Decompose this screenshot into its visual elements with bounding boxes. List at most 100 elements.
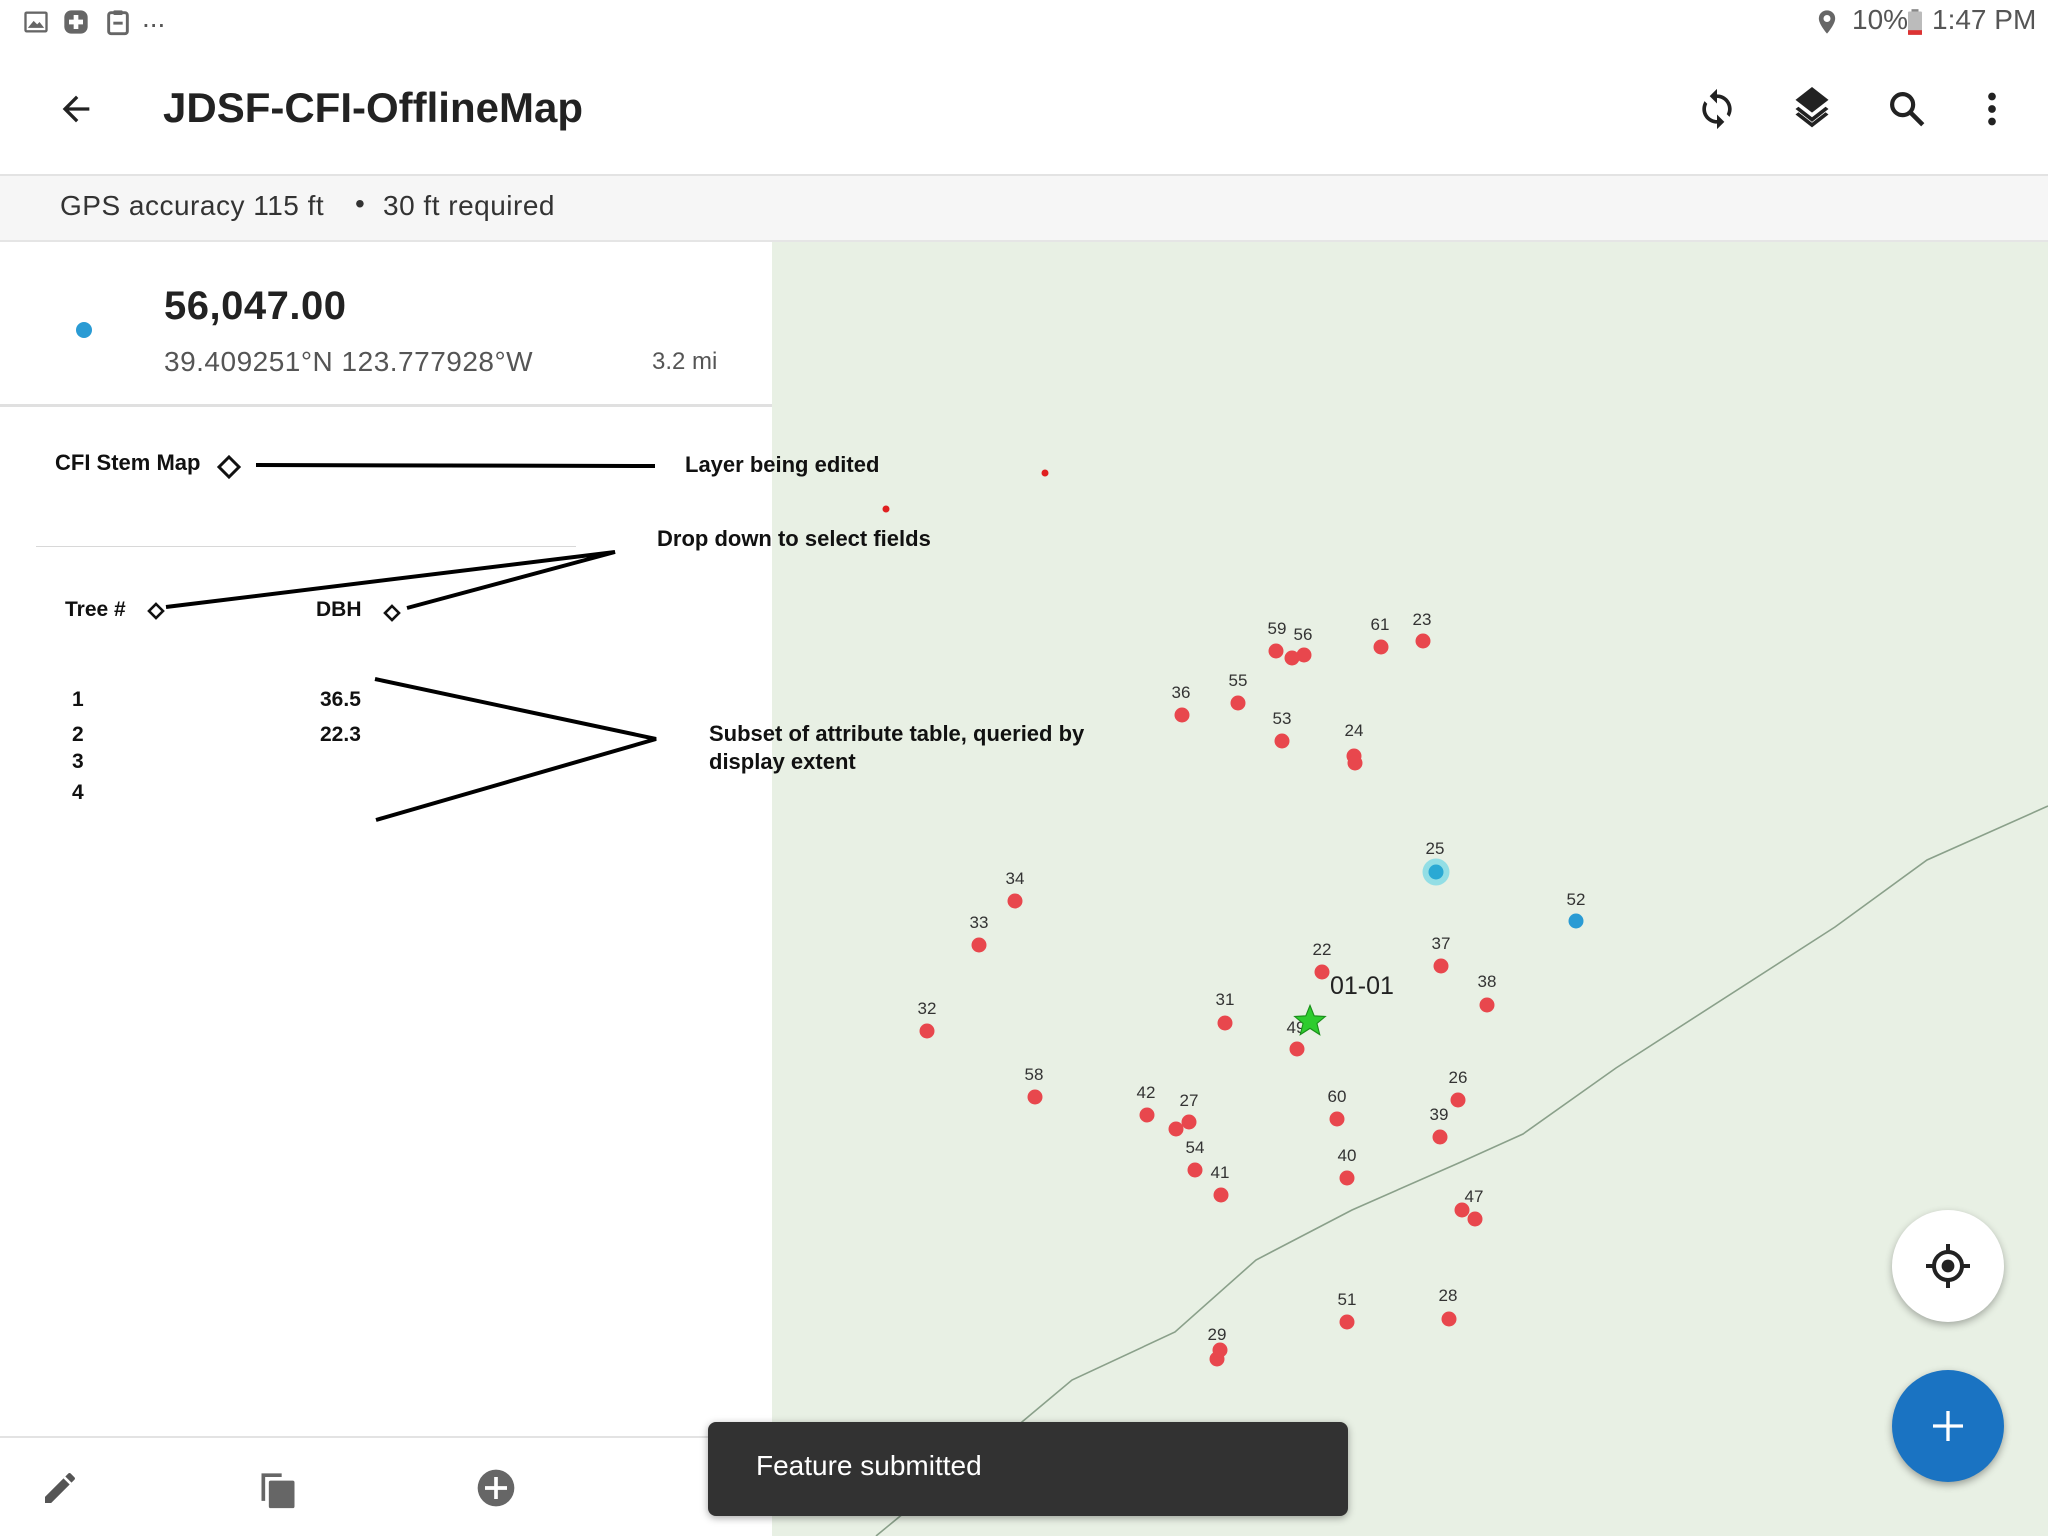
map-point-label: 53 bbox=[1272, 709, 1292, 728]
map-point-label: 56 bbox=[1293, 625, 1313, 644]
map-point[interactable] bbox=[1168, 1121, 1184, 1137]
map-point-label: 23 bbox=[1412, 610, 1432, 629]
map-point[interactable] bbox=[1217, 1015, 1233, 1031]
location-card[interactable]: 56,047.00 39.409251°N 123.777928°W 3.2 m… bbox=[0, 242, 772, 407]
map-point[interactable] bbox=[1441, 1311, 1457, 1327]
map-point[interactable] bbox=[1268, 643, 1284, 659]
copy-icon bbox=[261, 1473, 295, 1509]
map-point[interactable] bbox=[1174, 707, 1190, 723]
map-point[interactable] bbox=[1568, 913, 1584, 929]
callout-layer-note: Layer being edited bbox=[685, 452, 880, 477]
map-point[interactable] bbox=[1007, 893, 1023, 909]
map-point[interactable] bbox=[1284, 650, 1300, 666]
side-panel: 56,047.00 39.409251°N 123.777928°W 3.2 m… bbox=[0, 242, 772, 1436]
map-point-label: 25 bbox=[1425, 839, 1445, 858]
map-point[interactable] bbox=[1329, 1111, 1345, 1127]
more-vert-icon bbox=[1988, 92, 1996, 126]
map-point[interactable] bbox=[1373, 639, 1389, 655]
map-point[interactable] bbox=[1433, 958, 1449, 974]
search-button[interactable] bbox=[1875, 77, 1939, 141]
status-bar: ... 10% 1:47 PM bbox=[0, 0, 2048, 45]
bottom-toolbar bbox=[0, 1436, 772, 1538]
layers-icon bbox=[1795, 87, 1829, 128]
map-point[interactable] bbox=[1454, 1202, 1470, 1218]
map-point[interactable] bbox=[1181, 1114, 1197, 1130]
my-location-button[interactable] bbox=[1892, 1210, 2004, 1322]
map-point[interactable] bbox=[1187, 1162, 1203, 1178]
map-point[interactable] bbox=[1415, 633, 1431, 649]
map-point[interactable] bbox=[1479, 997, 1495, 1013]
star-marker-icon[interactable] bbox=[1293, 1004, 1327, 1036]
map-point-label: 33 bbox=[969, 913, 989, 932]
map-point[interactable] bbox=[1339, 1170, 1355, 1186]
status-more: ... bbox=[142, 2, 166, 33]
map-point-label: 38 bbox=[1477, 972, 1497, 991]
layers-button[interactable] bbox=[1780, 77, 1844, 141]
back-button[interactable] bbox=[44, 77, 108, 141]
tree-field-dropdown-icon[interactable] bbox=[147, 602, 165, 620]
dbh-field-dropdown-icon[interactable] bbox=[383, 604, 401, 622]
pencil-icon bbox=[45, 1473, 75, 1503]
app-bar: JDSF-CFI-OfflineMap bbox=[0, 44, 2048, 176]
map-point[interactable] bbox=[1314, 964, 1330, 980]
battery-icon bbox=[1908, 9, 1922, 35]
map-point[interactable] bbox=[1428, 864, 1444, 880]
map-point-label: 41 bbox=[1210, 1163, 1230, 1182]
map-point[interactable] bbox=[1467, 1211, 1483, 1227]
plus-icon bbox=[1933, 1411, 1963, 1441]
map-point[interactable] bbox=[1289, 1041, 1305, 1057]
map-point-label: 59 bbox=[1267, 619, 1287, 638]
map-point-label: 42 bbox=[1136, 1083, 1156, 1102]
field-header-tree[interactable]: Tree # bbox=[65, 598, 126, 622]
layer-name[interactable]: CFI Stem Map bbox=[55, 450, 200, 476]
map-point-label: 24 bbox=[1344, 721, 1364, 740]
map-point-label: 36 bbox=[1171, 683, 1191, 702]
divider bbox=[36, 546, 576, 547]
map-point[interactable] bbox=[1213, 1187, 1229, 1203]
map-point-label: 37 bbox=[1431, 934, 1451, 953]
map-point-label: 54 bbox=[1185, 1138, 1205, 1157]
location-coordinates: 39.409251°N 123.777928°W bbox=[164, 346, 534, 377]
gps-separator: • bbox=[355, 188, 365, 219]
map-point[interactable] bbox=[1450, 1092, 1466, 1108]
layer-dropdown-icon[interactable] bbox=[216, 454, 242, 480]
map-point[interactable] bbox=[1339, 1314, 1355, 1330]
map-point[interactable] bbox=[1212, 1342, 1228, 1358]
map-point[interactable] bbox=[1139, 1107, 1155, 1123]
page-title: JDSF-CFI-OfflineMap bbox=[163, 84, 583, 131]
more-options-button[interactable] bbox=[1960, 77, 2024, 141]
table-cell-tree: 2 bbox=[72, 723, 84, 746]
map-point[interactable] bbox=[1230, 695, 1246, 711]
callout-subset-note-2: display extent bbox=[709, 749, 856, 774]
map-point[interactable] bbox=[1027, 1089, 1043, 1105]
map-point-label: 51 bbox=[1337, 1290, 1357, 1309]
arrow-back-icon bbox=[62, 95, 90, 123]
edit-button[interactable] bbox=[32, 1460, 88, 1516]
add-fab-button[interactable] bbox=[1892, 1370, 2004, 1482]
map-point-label: 34 bbox=[1005, 869, 1025, 888]
copy-button[interactable] bbox=[250, 1460, 306, 1516]
toast-message: Feature submitted bbox=[708, 1422, 1348, 1516]
map-point-label: 58 bbox=[1024, 1065, 1044, 1084]
map-view[interactable]: 59 56 61 23 36 55 53 24 25 52 34 33 22 37 38 32 31 49 58 42… bbox=[772, 242, 2048, 1536]
add-feature-button[interactable] bbox=[468, 1460, 524, 1516]
map-point-label: 60 bbox=[1327, 1087, 1347, 1106]
sync-button[interactable] bbox=[1685, 77, 1749, 141]
map-road-line bbox=[875, 805, 2048, 1536]
map-point[interactable] bbox=[1347, 755, 1363, 771]
gps-accuracy-bar: GPS accuracy 115 ft • 30 ft required bbox=[0, 176, 2048, 242]
location-value: 56,047.00 bbox=[164, 284, 347, 328]
map-point-label: 26 bbox=[1448, 1068, 1468, 1087]
field-header-dbh[interactable]: DBH bbox=[316, 598, 362, 622]
table-cell-dbh: 22.3 bbox=[320, 723, 361, 746]
map-point[interactable] bbox=[971, 937, 987, 953]
callout-subset-note-1: Subset of attribute table, queried by bbox=[709, 721, 1085, 746]
health-plus-icon bbox=[64, 10, 88, 34]
map-point[interactable] bbox=[1274, 733, 1290, 749]
map-point-label: 52 bbox=[1566, 890, 1586, 909]
map-point[interactable] bbox=[919, 1023, 935, 1039]
map-point-label: 31 bbox=[1215, 990, 1235, 1009]
plot-label: 01-01 bbox=[1330, 972, 1394, 1000]
map-point[interactable] bbox=[1432, 1129, 1448, 1145]
callout-dropdown-note: Drop down to select fields bbox=[657, 526, 931, 551]
